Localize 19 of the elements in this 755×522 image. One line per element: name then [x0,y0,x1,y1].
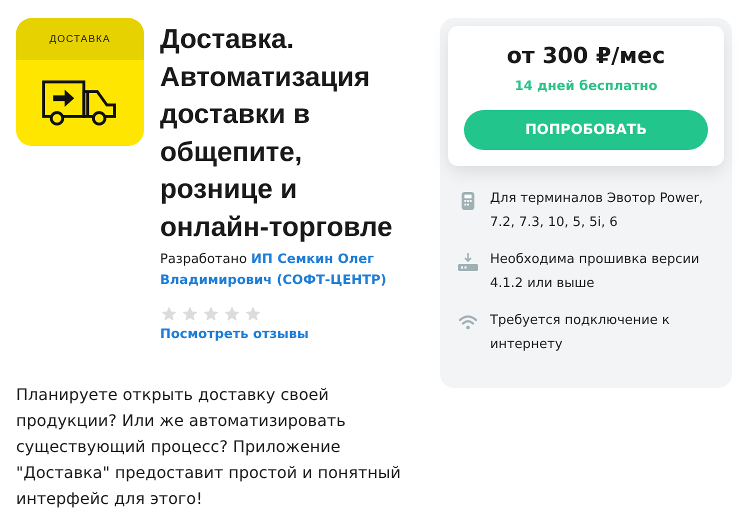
star-icon [160,305,178,323]
star-icon [202,305,220,323]
requirement-text: Для терминалов Эвотор Power, 7.2, 7.3, 10, 5, 5i, 6 [490,190,704,232]
developer-credit: Разработано ИП Семкин Олег Владимирович (СОФТ-ЦЕНТР) [160,251,388,290]
truck-icon [41,80,119,126]
app-title: Доставка. Автоматизация доставки в общепите, рознице и онлайн-торговле [160,22,394,244]
wifi-icon [458,314,478,330]
logo-label: ДОСТАВКА [49,34,111,44]
download-device-icon [458,253,478,271]
requirement-text: Необходима прошивка версии 4.1.2 или выше [490,251,700,293]
app-description: Планируете открыть доставку своей продукции? Или же автоматизировать существующий процесс? Приложение "Доставка" предоставит простой и понятный интерфейс для этого! [16,384,402,510]
star-icon [223,305,241,323]
star-icon [181,305,199,323]
trial-text: 14 дней бесплатно [514,79,658,94]
star-icon [244,305,262,323]
reviews-link[interactable]: Посмотреть отзывы [160,327,309,342]
try-button[interactable]: ПОПРОБОВАТЬ [464,110,708,150]
requirement-text: Требуется подключение к интернету [490,312,671,354]
price-text: от 300 ₽/мес [506,44,666,69]
